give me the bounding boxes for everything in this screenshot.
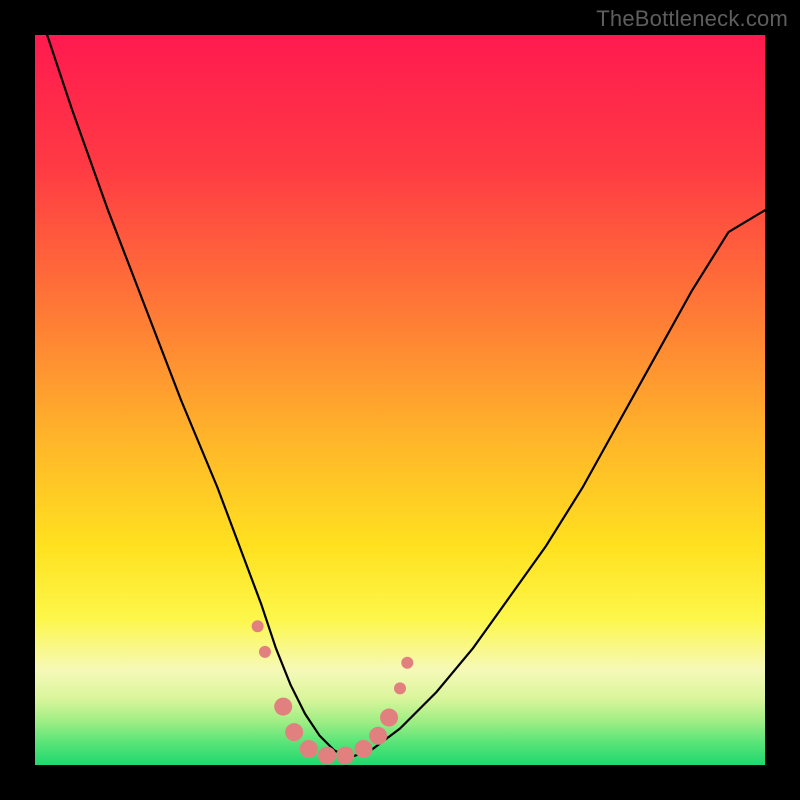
- highlight-dot: [401, 657, 413, 669]
- highlight-dot: [369, 727, 387, 745]
- highlight-markers: [252, 620, 414, 764]
- highlight-dot: [285, 723, 303, 741]
- curve-layer: [35, 35, 765, 765]
- highlight-dot: [318, 747, 336, 765]
- watermark-text: TheBottleneck.com: [596, 6, 788, 32]
- plot-area: [35, 35, 765, 765]
- highlight-dot: [252, 620, 264, 632]
- highlight-dot: [355, 740, 373, 758]
- highlight-dot: [394, 682, 406, 694]
- highlight-dot: [300, 740, 318, 758]
- bottleneck-curve: [35, 35, 765, 758]
- highlight-dot: [380, 709, 398, 727]
- highlight-dot: [259, 646, 271, 658]
- highlight-dot: [274, 698, 292, 716]
- highlight-dot: [336, 747, 354, 765]
- chart-frame: TheBottleneck.com: [0, 0, 800, 800]
